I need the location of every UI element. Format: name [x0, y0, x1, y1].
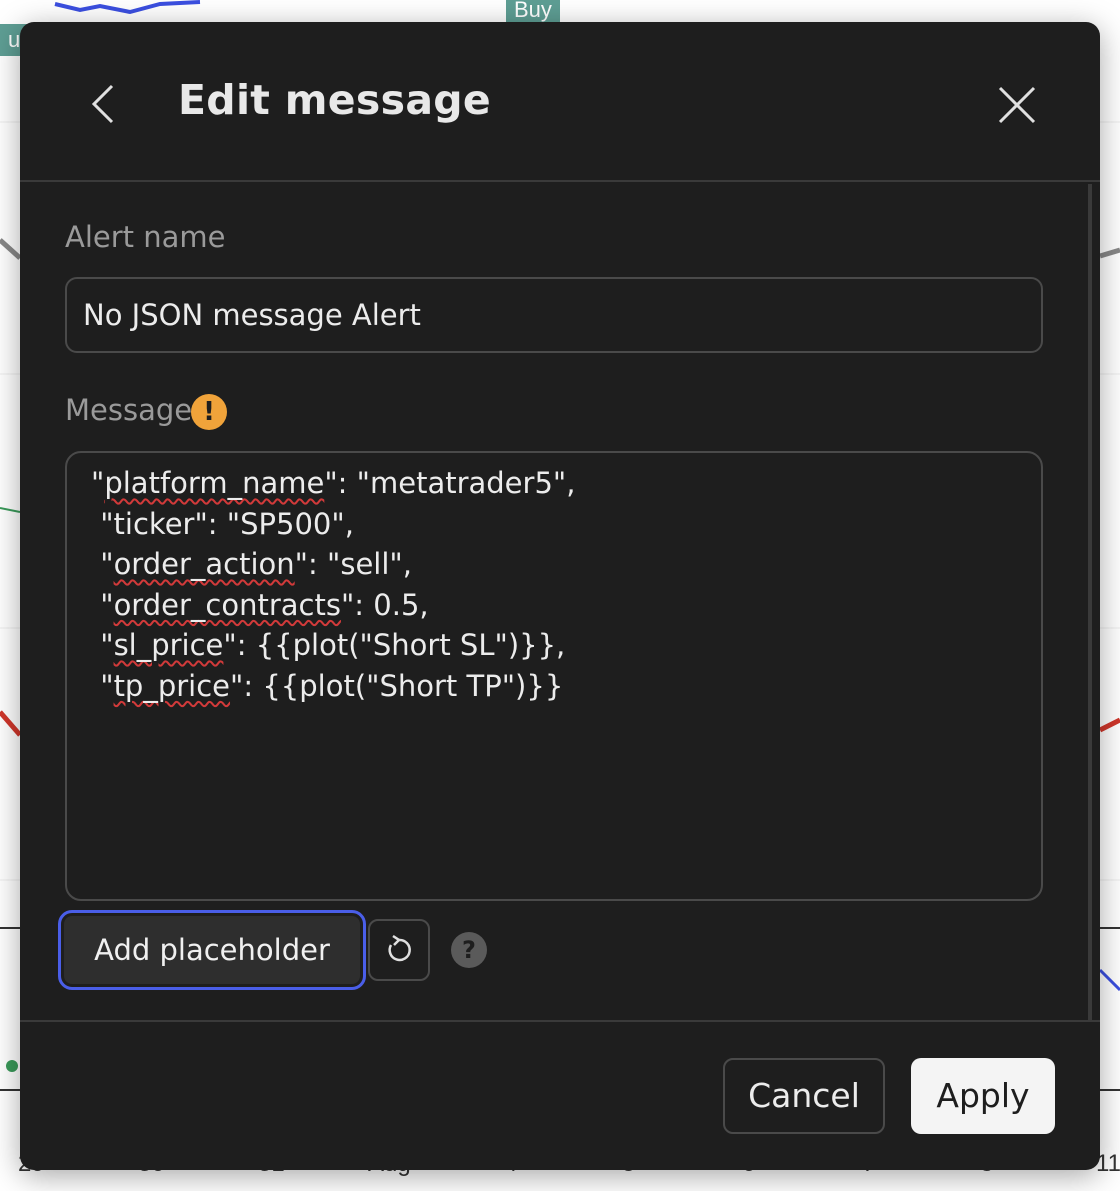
apply-button[interactable]: Apply — [911, 1058, 1055, 1134]
chevron-left-icon — [91, 84, 114, 124]
message-line: "order_action": "sell", — [91, 544, 1017, 585]
message-text: ": "metatrader5", — [324, 466, 576, 500]
message-text: ": "sell", — [294, 547, 412, 581]
add-placeholder-button[interactable]: Add placeholder — [58, 910, 366, 990]
misspelled-word: sl_price — [113, 628, 224, 662]
message-text: " — [91, 466, 105, 500]
misspelled-word: platform_name — [104, 466, 325, 500]
message-label: Message — [65, 393, 193, 427]
add-placeholder-label: Add placeholder — [64, 916, 360, 984]
message-text: ": {{plot("Short SL")}}, — [223, 628, 566, 662]
misspelled-word: order_contracts — [113, 587, 341, 622]
message-text: " — [91, 547, 114, 581]
message-text: " — [91, 587, 114, 622]
dialog-header: Edit message — [20, 22, 1100, 182]
help-icon[interactable]: ? — [451, 932, 487, 968]
reset-icon — [388, 934, 411, 962]
misspelled-word: order_action — [113, 547, 295, 581]
message-line: "tp_price": {{plot("Short TP")}} — [91, 666, 1017, 707]
message-text: " — [91, 668, 114, 703]
warning-icon[interactable]: ! — [191, 394, 227, 430]
reset-button[interactable] — [368, 919, 430, 981]
back-button[interactable] — [82, 78, 126, 126]
alert-name-label: Alert name — [65, 220, 226, 254]
message-line: "platform_name": "metatrader5", — [91, 463, 1017, 504]
message-content: "platform_name": "metatrader5", "ticker"… — [91, 463, 1017, 706]
cancel-button[interactable]: Cancel — [723, 1058, 885, 1134]
message-text: ": 0.5, — [340, 587, 429, 622]
message-line: "sl_price": {{plot("Short SL")}}, — [91, 625, 1017, 666]
close-button[interactable] — [994, 82, 1040, 128]
message-text: " — [91, 628, 114, 662]
dialog-footer: Cancel Apply — [20, 1020, 1100, 1170]
close-icon — [998, 86, 1036, 124]
alert-name-input[interactable]: No JSON message Alert — [65, 277, 1043, 353]
message-text: ": {{plot("Short TP")}} — [230, 668, 564, 703]
dialog-title: Edit message — [178, 76, 492, 124]
scrollbar[interactable] — [1088, 184, 1092, 1020]
edit-message-dialog: Edit message Alert name No JSON message … — [20, 22, 1100, 1170]
message-line: "ticker": "SP500", — [91, 504, 1017, 545]
misspelled-word: tp_price — [113, 668, 231, 703]
message-text: "ticker": "SP500", — [91, 506, 354, 541]
message-textarea[interactable]: "platform_name": "metatrader5", "ticker"… — [65, 451, 1043, 901]
message-line: "order_contracts": 0.5, — [91, 585, 1017, 626]
